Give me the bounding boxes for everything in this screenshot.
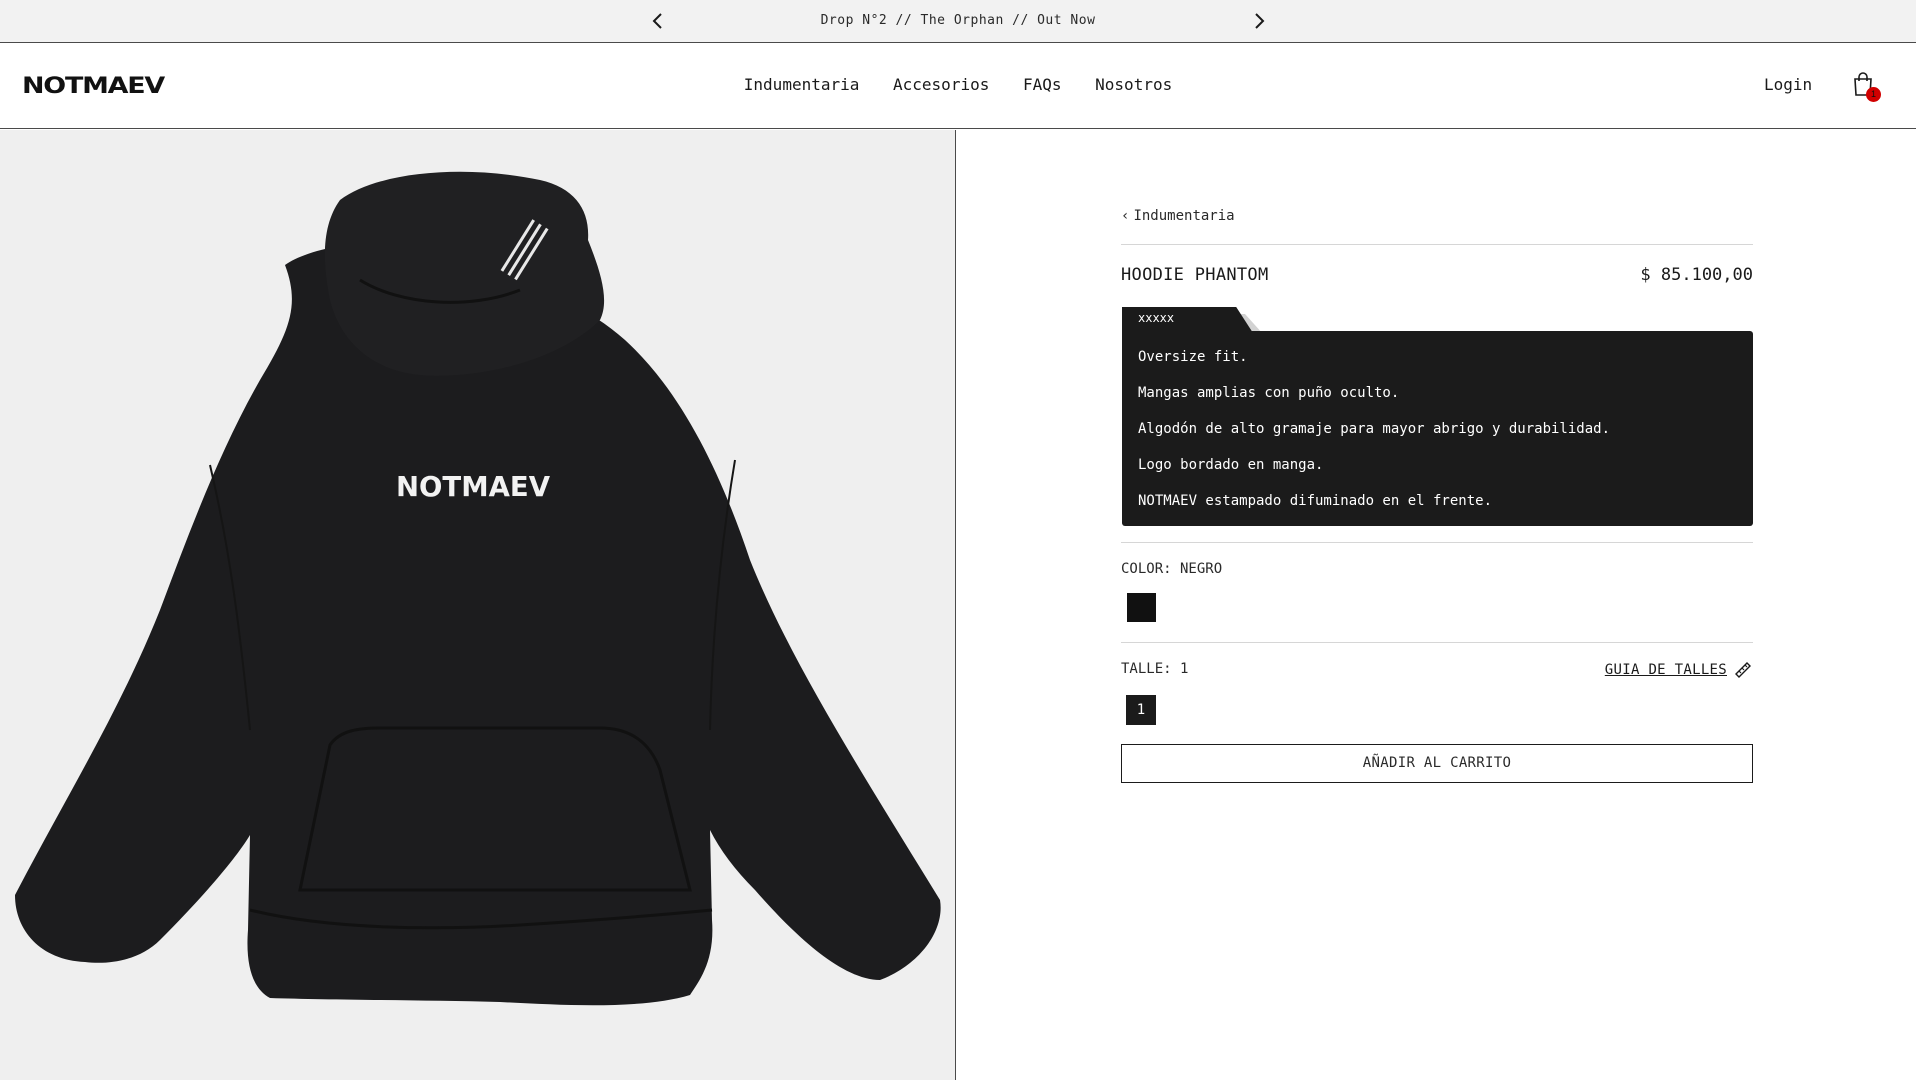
breadcrumb-label: Indumentaria — [1133, 208, 1235, 224]
announcement-bar: Drop N°2 // The Orphan // Out Now — [0, 0, 1916, 43]
product-image[interactable]: NOTMAEV — [0, 130, 956, 1080]
color-label: COLOR: NEGRO — [1121, 561, 1223, 577]
description-line: Logo bordado en manga. — [1138, 457, 1324, 473]
nav-link-indumentaria[interactable]: Indumentaria — [744, 75, 860, 94]
color-swatch-negro[interactable] — [1127, 593, 1156, 622]
product-title: HOODIE PHANTOM — [1121, 265, 1269, 285]
main-nav: Indumentaria Accesorios FAQs Nosotros — [0, 75, 1916, 94]
add-to-cart-button[interactable]: AÑADIR AL CARRITO — [1121, 744, 1753, 783]
description-line: NOTMAEV estampado difuminado en el frent… — [1138, 493, 1493, 509]
tab-description[interactable]: xxxxx — [1122, 307, 1232, 333]
login-link[interactable]: Login — [1764, 75, 1812, 94]
nav-link-accesorios[interactable]: Accesorios — [893, 75, 989, 94]
nav-link-faqs[interactable]: FAQs — [1023, 75, 1062, 94]
size-label: TALLE: 1 — [1121, 661, 1189, 677]
announcement-text: Drop N°2 // The Orphan // Out Now — [820, 13, 1096, 28]
cart-count-badge: 1 — [1866, 87, 1881, 102]
breadcrumb[interactable]: ‹ Indumentaria — [1121, 208, 1235, 224]
product-description: Oversize fit. Mangas amplias con puño oc… — [1122, 331, 1753, 526]
description-line: Algodón de alto gramaje para mayor abrig… — [1138, 421, 1611, 437]
chest-print-text: NOTMAEV — [396, 470, 550, 503]
product-price: $ 85.100,00 — [1640, 265, 1753, 285]
description-line: Mangas amplias con puño oculto. — [1138, 385, 1400, 401]
description-line: Oversize fit. — [1138, 349, 1248, 365]
hoodie-image: NOTMAEV — [15, 171, 941, 1006]
cart-button[interactable]: 1 — [1852, 71, 1882, 103]
site-header: NOTMAEV Indumentaria Accesorios FAQs Nos… — [0, 43, 1916, 129]
divider — [1121, 642, 1753, 643]
chevron-right-icon — [1255, 13, 1265, 29]
nav-link-nosotros[interactable]: Nosotros — [1095, 75, 1172, 94]
divider — [1121, 244, 1753, 245]
ruler-icon — [1735, 662, 1751, 678]
size-guide-label: GUIA DE TALLES — [1604, 662, 1727, 678]
divider — [1121, 542, 1753, 543]
announcement-next-button[interactable] — [1246, 8, 1272, 34]
size-guide-link[interactable]: GUIA DE TALLES — [1605, 660, 1753, 680]
chevron-left-icon: ‹ — [1121, 208, 1130, 224]
size-option-1[interactable]: 1 — [1126, 695, 1156, 725]
